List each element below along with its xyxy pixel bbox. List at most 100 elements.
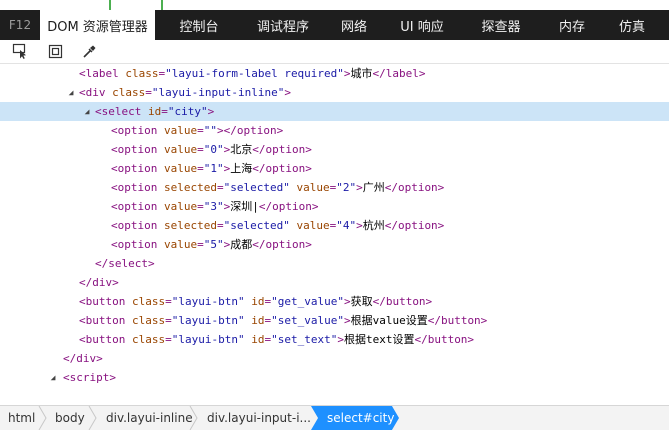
dom-token-tag: <option [111, 143, 164, 156]
dom-token-tag: > [207, 105, 215, 118]
dom-token-tag: <option [111, 238, 164, 251]
dom-node-line[interactable]: <label class="layui-form-label required"… [0, 64, 669, 83]
expand-triangle-icon[interactable]: ◢ [82, 102, 92, 121]
tab-network[interactable]: 网络 [323, 10, 385, 40]
expand-triangle-icon[interactable]: ◢ [66, 83, 76, 102]
dom-node-line-selected[interactable]: ◢ <select id="city"> [0, 102, 669, 121]
dom-token-attr: selected [163, 219, 217, 232]
breadcrumb-item[interactable]: html [8, 406, 35, 430]
dom-node-line[interactable]: <option selected="selected" value="4">杭州… [0, 216, 669, 235]
dom-token-tag: </option> [252, 143, 312, 156]
breadcrumb-item[interactable]: body [55, 406, 85, 430]
dom-token-attr: id [147, 105, 162, 118]
dom-toolbar [0, 40, 669, 64]
dom-token-aval: "5" [203, 238, 224, 251]
dom-node-line[interactable]: ◢ <script> [0, 368, 669, 387]
dom-node-text: <button class="layui-btn" id="get_value"… [79, 292, 432, 311]
dom-token-tag: = [197, 200, 204, 213]
dom-token-aval: "selected" [223, 219, 290, 232]
dom-node-text: <label class="layui-form-label required"… [79, 64, 426, 83]
dom-node-line[interactable]: <button class="layui-btn" id="set_text">… [0, 330, 669, 349]
f12-label: F12 [8, 18, 32, 32]
dom-token-aval: "" [203, 124, 217, 137]
dom-token-tag: <option [111, 200, 164, 213]
dom-token-attr: value [163, 238, 198, 251]
dom-token-tag: = [197, 162, 204, 175]
dom-node-text: <script> [63, 368, 116, 387]
dom-node-line[interactable]: <option value="5">成都</option> [0, 235, 669, 254]
color-picker-icon[interactable] [81, 43, 98, 60]
page-strip [0, 0, 669, 10]
dom-token-tag: <select [95, 105, 148, 118]
dom-token-txt: 城市 [350, 67, 373, 80]
breadcrumb-item[interactable]: div.layui-input-i... [207, 406, 311, 430]
dom-token-aval: "layui-btn" [171, 295, 245, 308]
dom-token-tag: <button [79, 295, 132, 308]
dom-token-tag: > [284, 86, 291, 99]
dom-token-tag: = [197, 238, 204, 251]
select-element-icon[interactable] [12, 43, 29, 60]
dom-node-line[interactable]: <button class="layui-btn" id="get_value"… [0, 292, 669, 311]
tab-ui-responsiveness[interactable]: UI 响应 [385, 10, 459, 40]
tab-memory[interactable]: 内存 [543, 10, 601, 40]
dom-token-aval: "4" [336, 219, 357, 232]
dom-token-aval: "layui-form-label required" [165, 67, 344, 80]
dom-node-line[interactable]: <option value=""></option> [0, 121, 669, 140]
dom-token-tag: <button [79, 314, 132, 327]
dom-node-text: <option value="3">深圳|</option> [111, 197, 318, 216]
dom-token-tag: = [161, 105, 168, 118]
dom-token-aval: "set_value" [271, 314, 344, 327]
dom-token-txt: 根据value设置 [350, 314, 428, 327]
dom-node-line[interactable]: ◢ <div class="layui-input-inline"> [0, 83, 669, 102]
dom-token-aval: "layui-input-inline" [151, 86, 285, 99]
dom-token-tag: = [145, 86, 152, 99]
dom-token-tag: = [216, 219, 224, 232]
dom-token-tag: <option [111, 124, 164, 137]
dom-node-text: </div> [63, 349, 103, 368]
breadcrumb-separator-icon [38, 406, 47, 430]
dom-token-tag: </option> [384, 181, 445, 194]
tab-profiler[interactable]: 探查器 [459, 10, 543, 40]
dom-token-attr: value [163, 124, 198, 137]
dom-token-attr: class [125, 67, 159, 80]
dom-token-tag: </option> [252, 162, 312, 175]
dom-token-attr: value [163, 143, 198, 156]
dom-node-text: <option value="1">上海</option> [111, 159, 312, 178]
dom-node-text: <button class="layui-btn" id="set_value"… [79, 311, 487, 330]
dom-node-line[interactable]: </select> [0, 254, 669, 273]
dom-token-aval: "city" [167, 105, 208, 118]
tab-emulation[interactable]: 仿真 [601, 10, 663, 40]
dom-node-line[interactable]: </div> [0, 349, 669, 368]
dom-token-tag: </div> [63, 352, 103, 365]
dom-node-line[interactable]: <option value="0">北京</option> [0, 140, 669, 159]
dom-node-text: <option selected="selected" value="2">广州… [111, 178, 444, 197]
dom-token-attr: id [251, 314, 265, 327]
page-strip-mark [161, 0, 163, 10]
dom-node-line[interactable]: <option selected="selected" value="2">广州… [0, 178, 669, 197]
dom-token-tag: </option> [252, 238, 312, 251]
dom-node-line[interactable]: </div> [0, 273, 669, 292]
dom-token-tag: </button> [414, 333, 475, 346]
highlight-box-icon[interactable] [47, 43, 64, 60]
breadcrumb-active-label: select#city [327, 411, 395, 425]
dom-token-tag: ></option> [216, 124, 284, 137]
dom-node-line[interactable]: <button class="layui-btn" id="set_value"… [0, 311, 669, 330]
dom-token-tag: = [165, 314, 172, 327]
dom-token-aval: "2" [336, 181, 357, 194]
tab-dom-explorer[interactable]: DOM 资源管理器 [40, 10, 155, 40]
breadcrumb-item-active[interactable]: select#city [311, 406, 399, 430]
dom-node-line[interactable]: <option value="3">深圳|</option> [0, 197, 669, 216]
dom-token-tag: <button [79, 333, 132, 346]
dom-token-tag: </label> [372, 67, 426, 80]
breadcrumb-item[interactable]: div.layui-inline [106, 406, 193, 430]
dom-token-aval: "get_value" [271, 295, 344, 308]
dom-token-tag: </select> [95, 257, 155, 270]
dom-node-line[interactable]: <option value="1">上海</option> [0, 159, 669, 178]
expand-triangle-icon[interactable]: ◢ [48, 368, 58, 387]
dom-token-tag: > [343, 295, 351, 308]
tab-console[interactable]: 控制台 [155, 10, 243, 40]
dom-token-aval: "layui-btn" [171, 314, 245, 327]
breadcrumb-separator-icon [189, 406, 198, 430]
dom-tree: <label class="layui-form-label required"… [0, 64, 669, 404]
tab-debugger[interactable]: 调试程序 [243, 10, 323, 40]
